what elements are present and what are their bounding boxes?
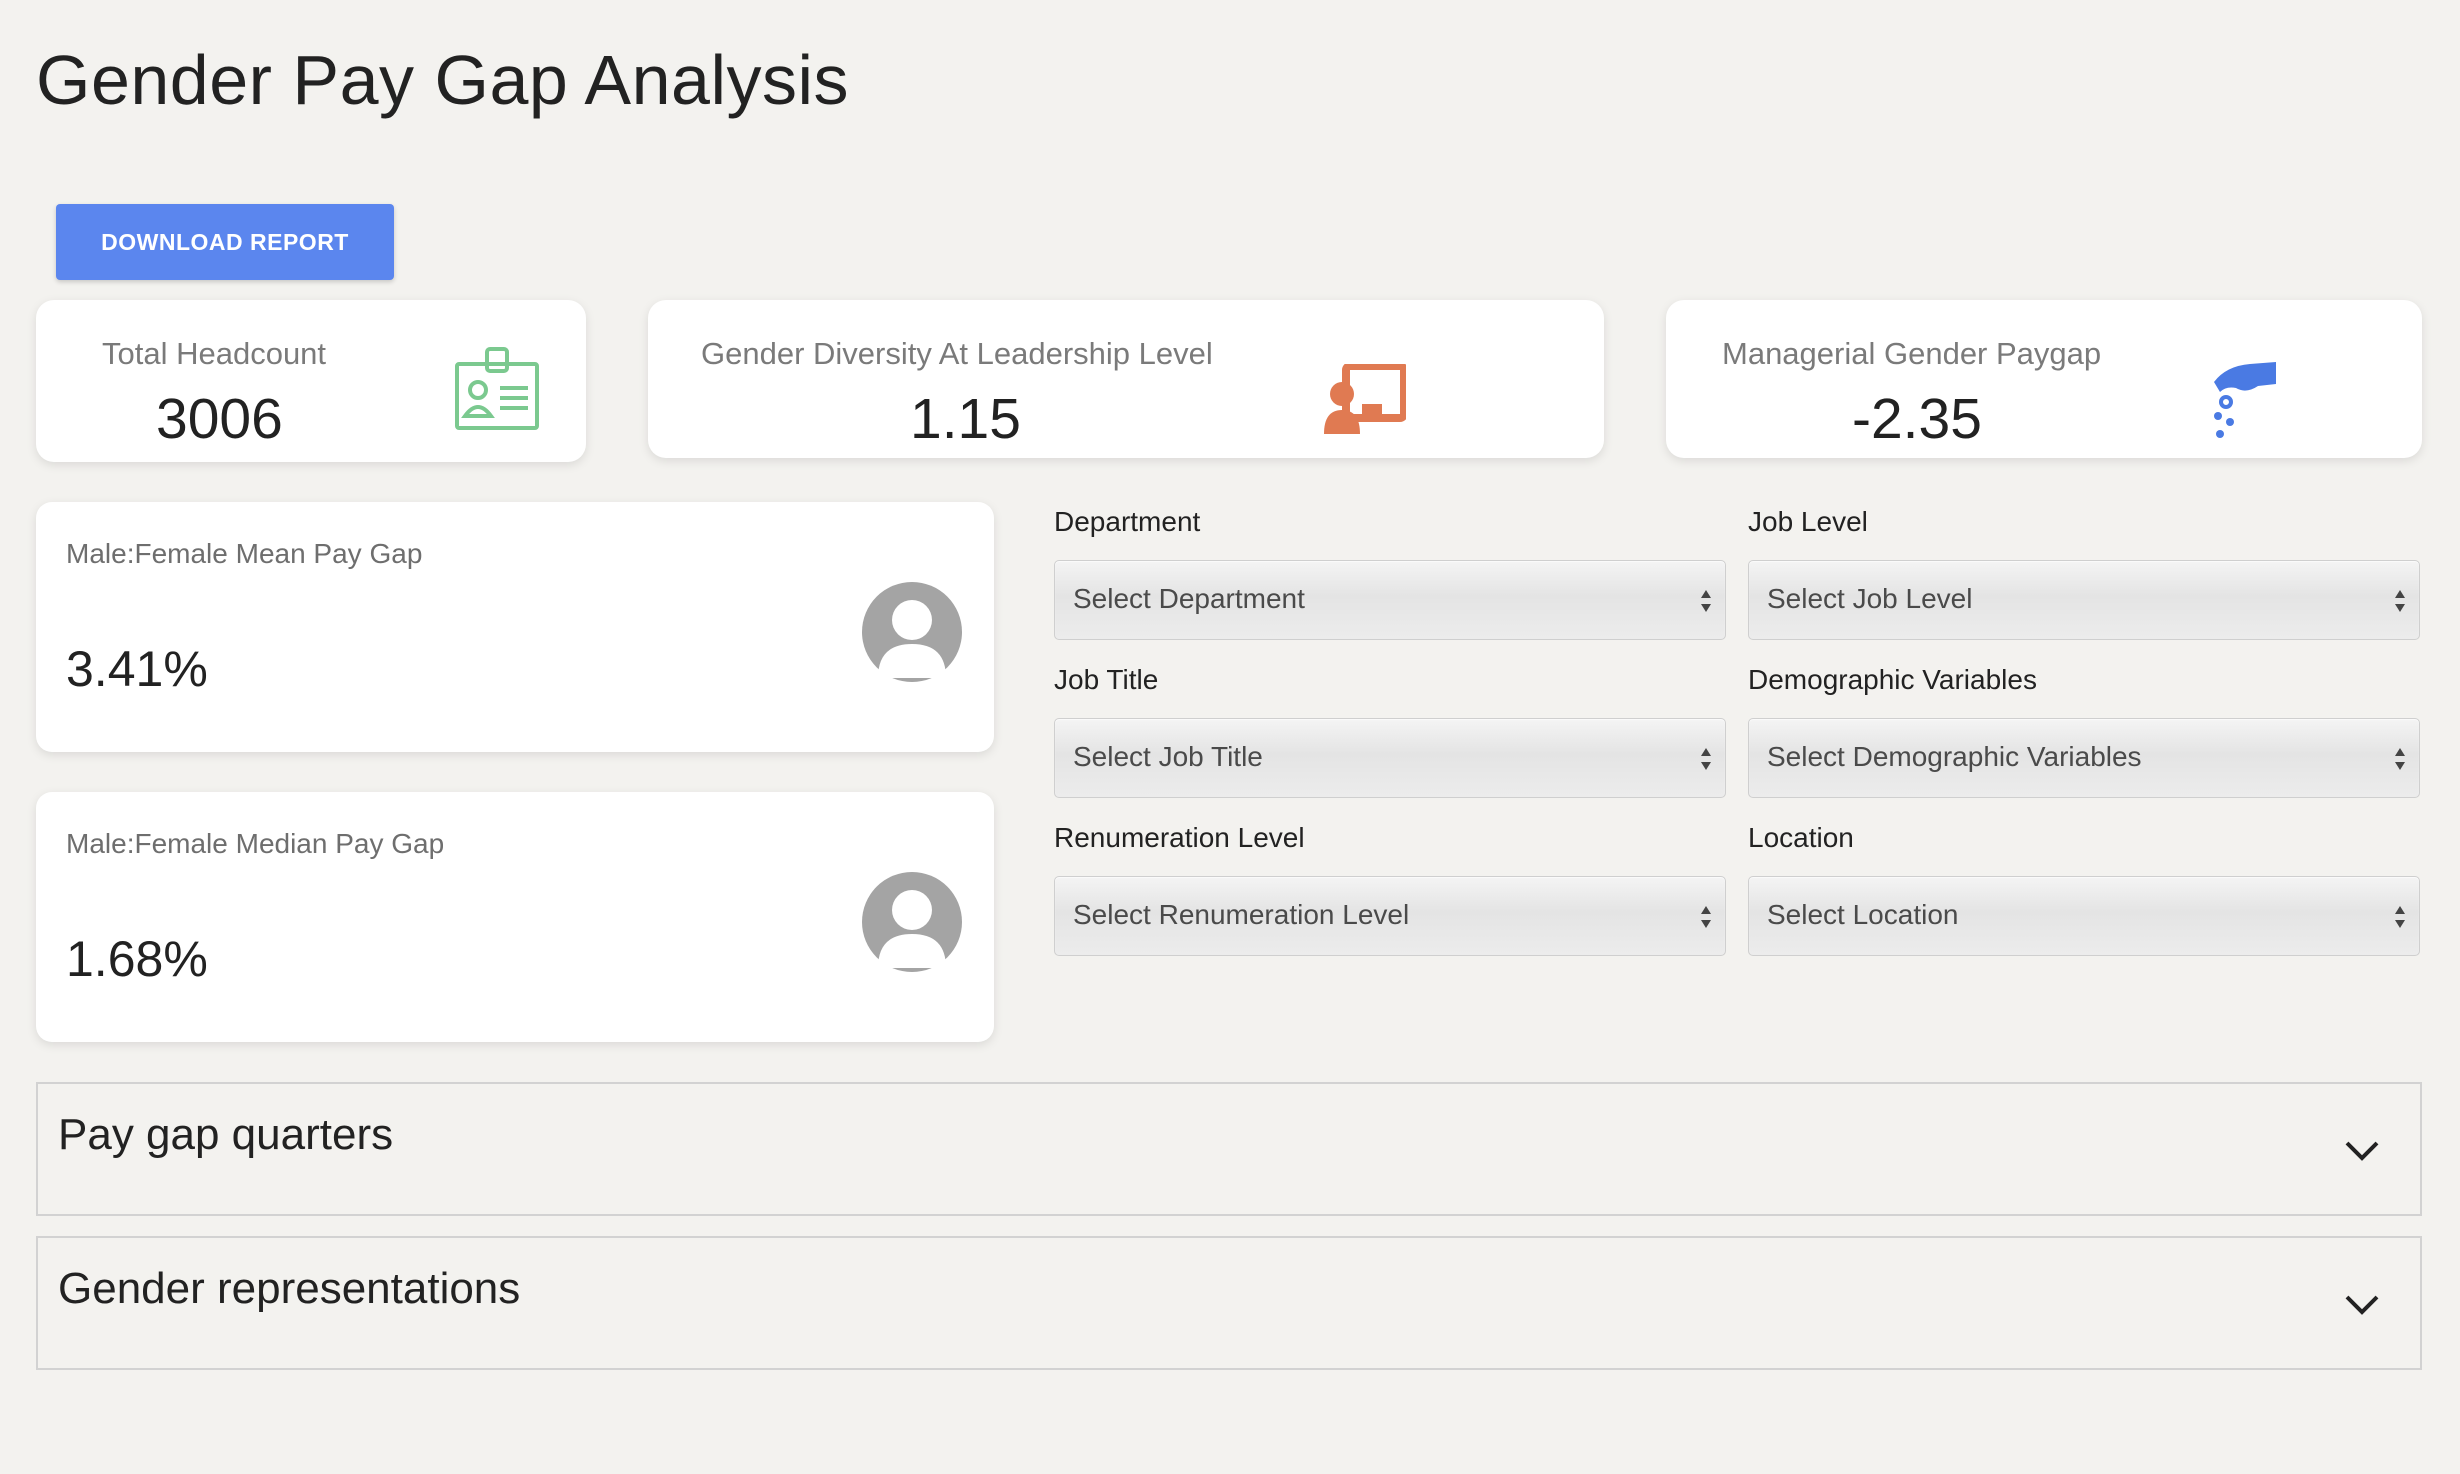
- gender-diversity-label: Gender Diversity At Leadership Level: [701, 336, 1213, 371]
- pay-gap-quarters-title: Pay gap quarters: [58, 1110, 394, 1159]
- demographic-variables-select[interactable]: Select Demographic Variables: [1748, 718, 2420, 798]
- demographic-variables-label: Demographic Variables: [1748, 664, 2037, 695]
- total-headcount-card: Total Headcount 3006: [36, 300, 586, 462]
- job-title-select[interactable]: Select Job Title: [1054, 718, 1726, 798]
- select-arrows-icon: [1701, 748, 1711, 770]
- hand-coins-icon: [2214, 362, 2276, 438]
- chevron-down-icon[interactable]: [2344, 1140, 2380, 1162]
- select-arrows-icon: [2395, 906, 2405, 928]
- page: Gender Pay Gap Analysis DOWNLOAD REPORT …: [0, 0, 2460, 1474]
- job-title-label: Job Title: [1054, 664, 1159, 695]
- select-arrows-icon: [1701, 906, 1711, 928]
- department-select-value: Select Department: [1073, 583, 1305, 614]
- select-arrows-icon: [2395, 590, 2405, 612]
- download-report-button[interactable]: DOWNLOAD REPORT: [56, 204, 394, 280]
- department-label: Department: [1054, 506, 1201, 537]
- page-title: Gender Pay Gap Analysis: [36, 41, 850, 119]
- job-title-select-value: Select Job Title: [1073, 741, 1263, 772]
- median-pay-gap-value: 1.68%: [66, 931, 208, 987]
- managerial-paygap-label: Managerial Gender Paygap: [1722, 336, 2102, 371]
- job-level-label: Job Level: [1748, 506, 1868, 537]
- pay-gap-quarters-accordion[interactable]: Pay gap quarters: [36, 1082, 2422, 1216]
- job-level-select[interactable]: Select Job Level: [1748, 560, 2420, 640]
- total-headcount-value: 3006: [156, 387, 283, 451]
- chevron-down-icon[interactable]: [2344, 1294, 2380, 1316]
- renumeration-level-label: Renumeration Level: [1054, 822, 1305, 853]
- managerial-paygap-value: -2.35: [1852, 387, 1982, 451]
- gender-diversity-card: Gender Diversity At Leadership Level 1.1…: [648, 300, 1604, 458]
- median-pay-gap-card: Male:Female Median Pay Gap 1.68%: [36, 792, 994, 1042]
- mean-pay-gap-value: 3.41%: [66, 641, 208, 697]
- managerial-paygap-card: Managerial Gender Paygap -2.35: [1666, 300, 2422, 458]
- mean-pay-gap-card: Male:Female Mean Pay Gap 3.41%: [36, 502, 994, 752]
- demographic-variables-select-value: Select Demographic Variables: [1767, 741, 2142, 772]
- id-badge-icon: [455, 347, 539, 430]
- gender-representations-title: Gender representations: [58, 1264, 521, 1313]
- select-arrows-icon: [1701, 590, 1711, 612]
- job-level-select-value: Select Job Level: [1767, 583, 1973, 614]
- gender-diversity-value: 1.15: [910, 387, 1021, 451]
- avatar-icon: [862, 582, 962, 682]
- renumeration-level-select-value: Select Renumeration Level: [1073, 899, 1410, 930]
- median-pay-gap-label: Male:Female Median Pay Gap: [66, 828, 445, 859]
- total-headcount-label: Total Headcount: [102, 336, 327, 371]
- renumeration-level-select[interactable]: Select Renumeration Level: [1054, 876, 1726, 956]
- location-select-value: Select Location: [1767, 899, 1959, 930]
- gender-representations-accordion[interactable]: Gender representations: [36, 1236, 2422, 1370]
- location-label: Location: [1748, 822, 1854, 853]
- location-select[interactable]: Select Location: [1748, 876, 2420, 956]
- department-select[interactable]: Select Department: [1054, 560, 1726, 640]
- presenter-icon: [1324, 364, 1406, 434]
- avatar-icon: [862, 872, 962, 972]
- mean-pay-gap-label: Male:Female Mean Pay Gap: [66, 538, 423, 569]
- select-arrows-icon: [2395, 748, 2405, 770]
